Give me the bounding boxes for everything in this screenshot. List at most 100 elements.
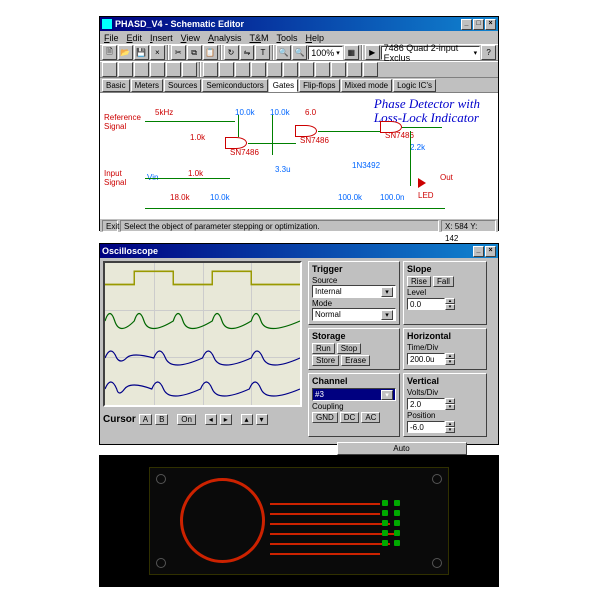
pcb-trace	[270, 523, 390, 525]
scope-display[interactable]	[103, 261, 302, 407]
menu-help[interactable]: Help	[306, 33, 325, 43]
auto-button[interactable]: Auto	[337, 442, 467, 455]
time-div-down[interactable]: ▾	[445, 359, 455, 365]
pcb-board[interactable]	[149, 467, 449, 575]
tool-b13-icon[interactable]	[299, 62, 314, 77]
scope-close-button[interactable]: ×	[485, 246, 496, 257]
tool-b1-icon[interactable]	[102, 62, 117, 77]
menu-file[interactable]: File	[104, 33, 119, 43]
storage-erase-button[interactable]: Erase	[341, 355, 370, 366]
cursor-left-button[interactable]: ◂	[205, 414, 217, 425]
menu-insert[interactable]: Insert	[150, 33, 173, 43]
scope-minimize-button[interactable]: _	[473, 246, 484, 257]
gate-u2-icon	[295, 125, 317, 137]
tool-b2-icon[interactable]	[118, 62, 133, 77]
tool-b6-icon[interactable]	[182, 62, 197, 77]
tab-flipflops[interactable]: Flip-flops	[299, 79, 339, 92]
menu-view[interactable]: View	[181, 33, 200, 43]
tool-cut-icon[interactable]: ✂	[171, 45, 186, 60]
tool-b5-icon[interactable]	[166, 62, 181, 77]
tool-b10-icon[interactable]	[251, 62, 266, 77]
tool-b9-icon[interactable]	[235, 62, 250, 77]
coupling-gnd-button[interactable]: GND	[312, 412, 338, 423]
horizontal-title: Horizontal	[407, 331, 483, 341]
maximize-button[interactable]: □	[473, 19, 484, 30]
zoom-select[interactable]: 100%	[308, 46, 343, 60]
tool-b17-icon[interactable]	[363, 62, 378, 77]
tool-b14-icon[interactable]	[315, 62, 330, 77]
slope-rise-button[interactable]: Rise	[407, 276, 431, 287]
tool-b11-icon[interactable]	[267, 62, 282, 77]
volts-div-down[interactable]: ▾	[445, 404, 455, 410]
slope-level-down[interactable]: ▾	[445, 304, 455, 310]
trigger-source-select[interactable]: Internal	[312, 285, 396, 298]
schematic-titlebar[interactable]: PHASD_V4 - Schematic Editor _ □ ×	[100, 17, 498, 31]
tool-paste-icon[interactable]: 📋	[203, 45, 218, 60]
tool-open-icon[interactable]: 📂	[118, 45, 133, 60]
component-select[interactable]: 7486 Quad 2-input Exclus	[381, 46, 481, 60]
storage-run-button[interactable]: Run	[312, 343, 335, 354]
tool-b3-icon[interactable]	[134, 62, 149, 77]
trigger-mode-select[interactable]: Normal	[312, 308, 396, 321]
tool-b4-icon[interactable]	[150, 62, 165, 77]
vertical-panel: Vertical Volts/Div 2.0▴▾ Position -6.0▴▾	[403, 373, 487, 437]
pcb-pad	[382, 530, 388, 536]
channel-select[interactable]: #3	[312, 388, 396, 401]
menu-tm[interactable]: T&M	[249, 33, 268, 43]
cursor-down-button[interactable]: ▾	[256, 414, 268, 425]
schematic-canvas[interactable]: Phase Detector with Loss-Lock Indicator …	[100, 93, 498, 218]
cursor-on-button[interactable]: On	[177, 414, 196, 425]
volts-div-input[interactable]: 2.0	[407, 398, 445, 410]
cursor-controls: Cursor A B On ◂ ▸ ▴ ▾	[100, 410, 305, 428]
tool-rotate-icon[interactable]: ↻	[224, 45, 239, 60]
slope-fall-button[interactable]: Fall	[433, 276, 454, 287]
tool-run-icon[interactable]: ▶	[365, 45, 380, 60]
tool-b12-icon[interactable]	[283, 62, 298, 77]
tab-mixedmode[interactable]: Mixed mode	[341, 79, 393, 92]
tool-text-icon[interactable]: T	[255, 45, 270, 60]
tool-zoom-in-icon[interactable]: 🔍	[276, 45, 291, 60]
tool-zoom-out-icon[interactable]: 🔍	[292, 45, 307, 60]
tab-basic[interactable]: Basic	[102, 79, 130, 92]
tab-sources[interactable]: Sources	[164, 79, 201, 92]
pcb-trace	[270, 553, 380, 555]
tab-gates[interactable]: Gates	[269, 79, 298, 92]
tool-b7-icon[interactable]	[203, 62, 218, 77]
tool-b8-icon[interactable]	[219, 62, 234, 77]
tool-b16-icon[interactable]	[347, 62, 362, 77]
coupling-dc-button[interactable]: DC	[340, 412, 360, 423]
slope-level-input[interactable]: 0.0	[407, 298, 445, 310]
pcb-trace	[270, 513, 380, 515]
menu-edit[interactable]: Edit	[127, 33, 143, 43]
storage-store-button[interactable]: Store	[312, 355, 339, 366]
tab-meters[interactable]: Meters	[131, 79, 163, 92]
tool-help-icon[interactable]: ?	[481, 45, 496, 60]
cursor-a-button[interactable]: A	[139, 414, 152, 425]
tool-grid-icon[interactable]: ▦	[344, 45, 359, 60]
status-exit-button[interactable]: Exit	[102, 220, 118, 232]
cursor-b-button[interactable]: B	[155, 414, 168, 425]
tool-mirror-icon[interactable]: ⇋	[240, 45, 255, 60]
label-r5: 18.0k	[170, 193, 190, 202]
time-div-input[interactable]: 200.0u	[407, 353, 445, 365]
menu-analysis[interactable]: Analysis	[208, 33, 242, 43]
position-input[interactable]: -6.0	[407, 421, 445, 433]
cursor-right-button[interactable]: ▸	[220, 414, 232, 425]
close-button[interactable]: ×	[485, 19, 496, 30]
minimize-button[interactable]: _	[461, 19, 472, 30]
coupling-ac-button[interactable]: AC	[361, 412, 380, 423]
oscilloscope-titlebar[interactable]: Oscilloscope _ ×	[100, 244, 498, 258]
tab-logicics[interactable]: Logic IC's	[393, 79, 436, 92]
storage-panel: Storage Run Stop Store Erase	[308, 328, 400, 370]
cursor-up-button[interactable]: ▴	[241, 414, 253, 425]
tool-save-icon[interactable]: 💾	[134, 45, 149, 60]
tab-semiconductors[interactable]: Semiconductors	[202, 79, 267, 92]
tool-new-icon[interactable]: 🗎	[102, 45, 117, 60]
tool-copy-icon[interactable]: ⧉	[187, 45, 202, 60]
position-down[interactable]: ▾	[445, 427, 455, 433]
storage-stop-button[interactable]: Stop	[337, 343, 361, 354]
pcb-pad	[394, 520, 400, 526]
tool-b15-icon[interactable]	[331, 62, 346, 77]
menu-tools[interactable]: Tools	[276, 33, 297, 43]
tool-close-icon[interactable]: ×	[150, 45, 165, 60]
